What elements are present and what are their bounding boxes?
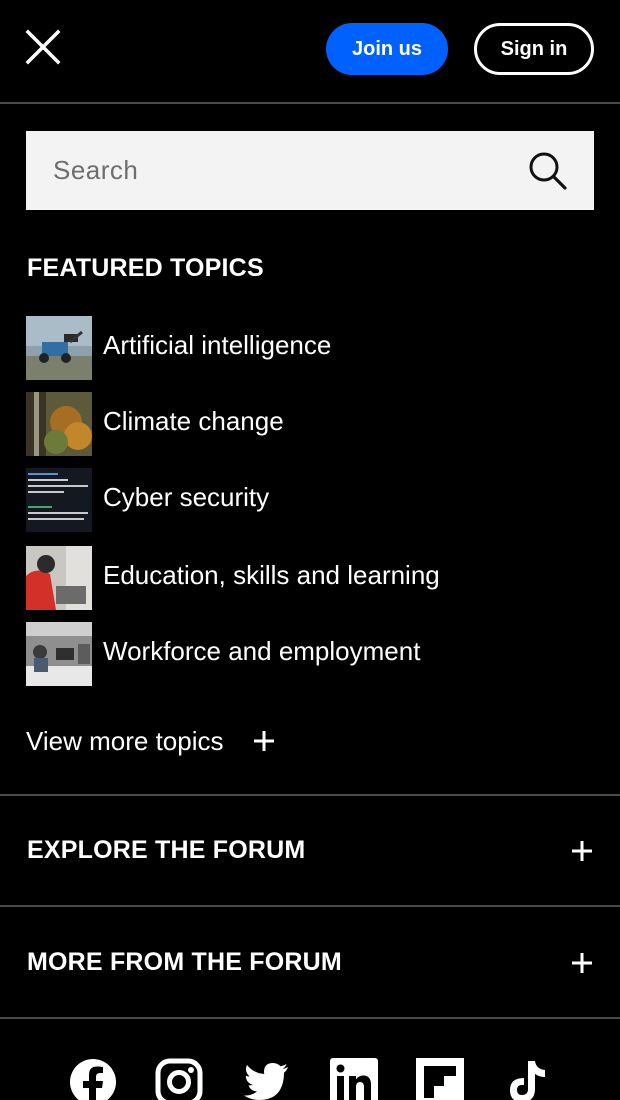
search-box <box>26 131 594 210</box>
topic-thumbnail-student <box>26 546 92 610</box>
topic-label: Workforce and employment <box>103 636 421 666</box>
featured-topics-heading: FEATURED TOPICS <box>27 254 264 282</box>
topic-cyber-security[interactable]: Cyber security <box>26 468 586 532</box>
plus-icon <box>252 729 276 753</box>
topic-thumbnail-robot <box>26 316 92 380</box>
facebook-icon[interactable] <box>69 1058 117 1100</box>
instagram-icon[interactable] <box>155 1058 203 1100</box>
topic-label: Climate change <box>103 406 284 436</box>
header-divider <box>0 102 620 104</box>
navigation-menu: Join us Sign in FEATURED TOPICS <box>0 0 620 1100</box>
twitter-icon[interactable] <box>242 1058 290 1100</box>
topic-label: Artificial intelligence <box>103 330 332 360</box>
topic-climate-change[interactable]: Climate change <box>26 392 586 456</box>
more-from-the-forum-accordion[interactable]: MORE FROM THE FORUM <box>0 908 620 1018</box>
close-icon[interactable] <box>24 28 62 66</box>
plus-icon <box>570 951 594 975</box>
plus-icon <box>570 839 594 863</box>
topic-thumbnail-office <box>26 622 92 686</box>
join-us-button[interactable]: Join us <box>326 23 448 75</box>
accordion-label: EXPLORE THE FORUM <box>27 836 306 864</box>
explore-the-forum-accordion[interactable]: EXPLORE THE FORUM <box>0 796 620 906</box>
view-more-label: View more topics <box>26 726 224 756</box>
header: Join us Sign in <box>0 0 620 102</box>
topic-thumbnail-code <box>26 468 92 532</box>
topic-artificial-intelligence[interactable]: Artificial intelligence <box>26 316 586 380</box>
flipboard-icon[interactable] <box>416 1058 464 1100</box>
topic-education-skills-learning[interactable]: Education, skills and learning <box>26 546 586 610</box>
accordion-label: MORE FROM THE FORUM <box>27 948 342 976</box>
topic-thumbnail-forest <box>26 392 92 456</box>
topic-label: Cyber security <box>103 482 270 512</box>
linkedin-icon[interactable] <box>330 1058 378 1100</box>
view-more-topics-button[interactable]: View more topics <box>26 722 286 762</box>
search-icon[interactable] <box>528 151 568 191</box>
section-divider <box>0 905 620 907</box>
topic-workforce-employment[interactable]: Workforce and employment <box>26 622 586 686</box>
tiktok-icon[interactable] <box>503 1058 551 1100</box>
sign-in-button[interactable]: Sign in <box>474 23 594 75</box>
search-input[interactable] <box>26 131 516 210</box>
topic-label: Education, skills and learning <box>103 560 440 590</box>
section-divider <box>0 1017 620 1019</box>
